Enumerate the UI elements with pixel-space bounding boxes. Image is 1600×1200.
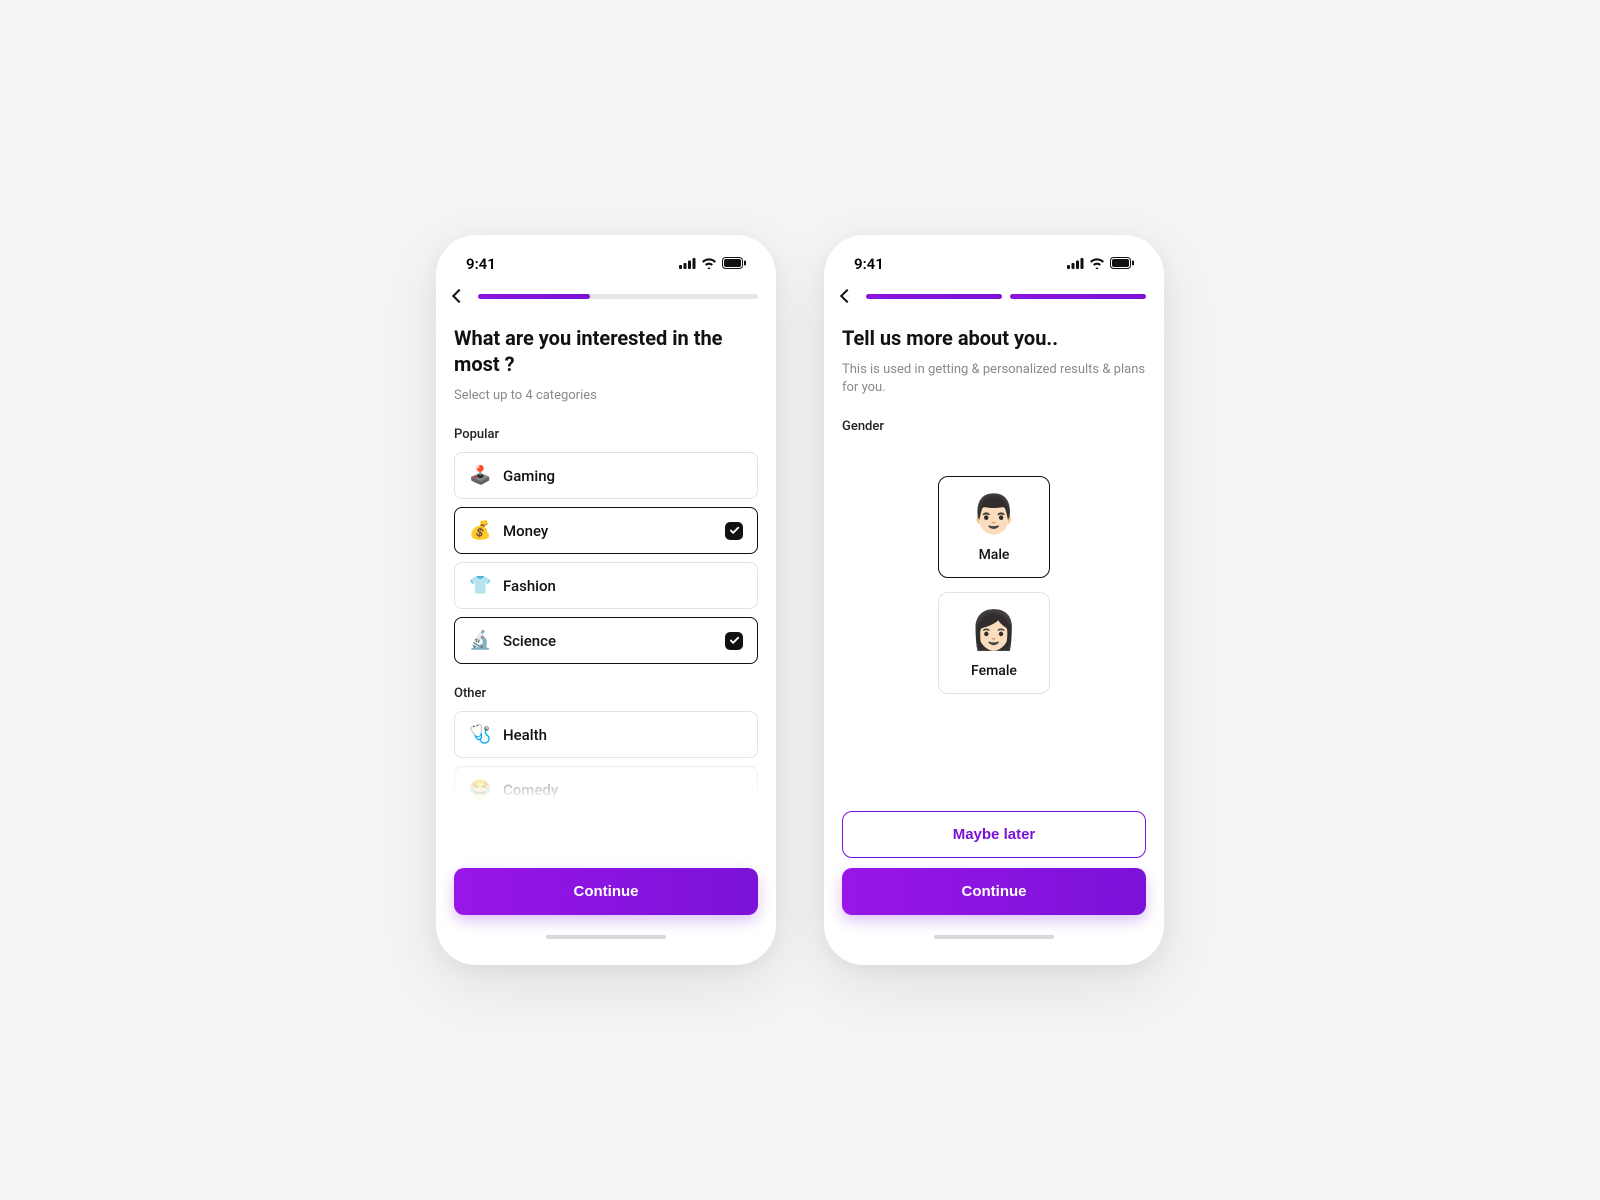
- wifi-icon: [1089, 255, 1105, 273]
- home-indicator: [546, 935, 666, 939]
- progress-bar: [866, 294, 1146, 299]
- section-other-label: Other: [454, 686, 758, 701]
- status-icons: [679, 255, 746, 273]
- category-emoji-icon: 😂: [469, 779, 491, 800]
- category-emoji-icon: 🩺: [469, 724, 491, 745]
- onboarding-gender-screen: 9:41 Tell us more about you.. This is us…: [824, 235, 1164, 965]
- category-item[interactable]: 👕 Fashion: [454, 562, 758, 609]
- checkmark-icon: [725, 522, 743, 540]
- page-title: What are you interested in the most ?: [454, 325, 758, 377]
- categories-scroll[interactable]: Popular 🕹️ Gaming 💰 Money 👕 Fashion 🔬 Science O…: [454, 405, 758, 860]
- nav-row: [842, 291, 1146, 301]
- other-list: 🩺 Health 😂 Comedy 🎨 Art: [454, 711, 758, 860]
- progress-fill: [478, 294, 590, 299]
- status-time: 9:41: [854, 255, 884, 273]
- back-icon[interactable]: [452, 289, 466, 303]
- gender-emoji-icon: 👩🏻: [970, 609, 1017, 653]
- gender-label: Gender: [842, 419, 1146, 434]
- category-emoji-icon: 🔬: [469, 630, 491, 651]
- gender-card[interactable]: 👩🏻 Female: [938, 592, 1050, 694]
- category-item[interactable]: 🔬 Science: [454, 617, 758, 664]
- progress-segment: [866, 294, 1002, 299]
- category-label: Science: [503, 632, 556, 650]
- home-indicator: [934, 935, 1054, 939]
- back-icon[interactable]: [840, 289, 854, 303]
- onboarding-interests-screen: 9:41 What are you interested in the most…: [436, 235, 776, 965]
- gender-label: Male: [979, 547, 1010, 563]
- category-item[interactable]: 😂 Comedy: [454, 766, 758, 813]
- category-label: Art: [503, 836, 524, 854]
- bottom-actions: Continue: [454, 868, 758, 945]
- bottom-actions: Maybe later Continue: [842, 811, 1146, 945]
- status-icons: [1067, 255, 1134, 273]
- signal-icon: [1067, 255, 1084, 273]
- battery-icon: [1110, 255, 1134, 273]
- page-title: Tell us more about you..: [842, 325, 1146, 351]
- progress-segment: [1010, 294, 1146, 299]
- gender-options: 👨🏻 Male 👩🏻 Female: [842, 476, 1146, 694]
- status-bar: 9:41: [454, 251, 758, 281]
- continue-button[interactable]: Continue: [842, 868, 1146, 915]
- nav-row: [454, 291, 758, 301]
- category-item[interactable]: 🕹️ Gaming: [454, 452, 758, 499]
- category-emoji-icon: 👕: [469, 575, 491, 596]
- category-label: Health: [503, 726, 547, 744]
- page-subtitle: This is used in getting & personalized r…: [842, 361, 1146, 397]
- category-item[interactable]: 🩺 Health: [454, 711, 758, 758]
- category-label: Fashion: [503, 577, 556, 595]
- continue-button[interactable]: Continue: [454, 868, 758, 915]
- status-bar: 9:41: [842, 251, 1146, 281]
- category-emoji-icon: 🕹️: [469, 465, 491, 486]
- category-emoji-icon: 💰: [469, 520, 491, 541]
- progress-bar: [478, 294, 758, 299]
- battery-icon: [722, 255, 746, 273]
- category-item[interactable]: 🎨 Art: [454, 821, 758, 860]
- gender-emoji-icon: 👨🏻: [970, 493, 1017, 537]
- status-time: 9:41: [466, 255, 496, 273]
- category-item[interactable]: 💰 Money: [454, 507, 758, 554]
- category-label: Money: [503, 522, 548, 540]
- checkmark-icon: [725, 632, 743, 650]
- popular-list: 🕹️ Gaming 💰 Money 👕 Fashion 🔬 Science: [454, 452, 758, 664]
- gender-label: Female: [971, 663, 1017, 679]
- category-label: Comedy: [503, 781, 558, 799]
- maybe-later-button[interactable]: Maybe later: [842, 811, 1146, 858]
- wifi-icon: [701, 255, 717, 273]
- page-subtitle: Select up to 4 categories: [454, 387, 758, 405]
- category-emoji-icon: 🎨: [469, 834, 491, 855]
- category-label: Gaming: [503, 467, 555, 485]
- section-popular-label: Popular: [454, 427, 758, 442]
- signal-icon: [679, 255, 696, 273]
- gender-card[interactable]: 👨🏻 Male: [938, 476, 1050, 578]
